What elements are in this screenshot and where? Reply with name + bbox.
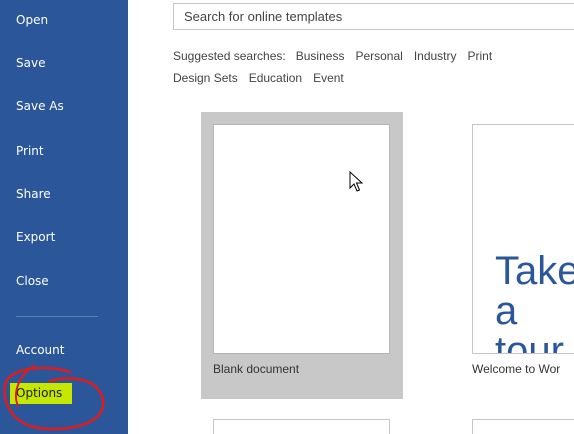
suggested-link-industry[interactable]: Industry [414, 49, 457, 63]
suggested-link-personal[interactable]: Personal [355, 49, 402, 63]
search-templates-input[interactable] [173, 3, 574, 30]
word-backstage-view: Open Save Save As Print Share Export Clo… [0, 0, 574, 434]
template-blank-preview[interactable] [213, 124, 390, 354]
nav-print[interactable]: Print [0, 136, 128, 166]
suggested-link-print[interactable]: Print [468, 49, 493, 63]
template-welcome-caption: Welcome to Wor [472, 362, 561, 376]
nav-account[interactable]: Account [0, 335, 128, 365]
template-welcome-preview[interactable]: Take a tour [472, 124, 574, 354]
nav-share[interactable]: Share [0, 179, 128, 209]
backstage-sidebar: Open Save Save As Print Share Export Clo… [0, 0, 128, 434]
template-next-row-right[interactable] [472, 419, 574, 434]
nav-open[interactable]: Open [0, 5, 128, 35]
nav-close[interactable]: Close [0, 266, 128, 296]
nav-save-as[interactable]: Save As [0, 91, 128, 121]
nav-export[interactable]: Export [0, 222, 128, 252]
nav-divider [16, 316, 98, 317]
suggested-row-1: Suggested searches: Business Personal Indus… [173, 45, 574, 67]
nav-save[interactable]: Save [0, 48, 128, 78]
suggested-searches-label: Suggested searches: [173, 49, 286, 63]
template-blank-caption: Blank document [213, 362, 300, 376]
suggested-searches: Suggested searches: Business Personal Indus… [173, 45, 574, 89]
suggested-row-2: Design Sets Education Event [173, 67, 574, 89]
template-welcome-preview-text: Take a tour [495, 249, 574, 354]
suggested-link-event[interactable]: Event [313, 71, 344, 85]
nav-options[interactable]: Options [16, 383, 62, 404]
suggested-link-education[interactable]: Education [249, 71, 302, 85]
suggested-link-business[interactable]: Business [296, 49, 345, 63]
suggested-link-design-sets[interactable]: Design Sets [173, 71, 238, 85]
template-next-row-left[interactable] [213, 419, 390, 434]
